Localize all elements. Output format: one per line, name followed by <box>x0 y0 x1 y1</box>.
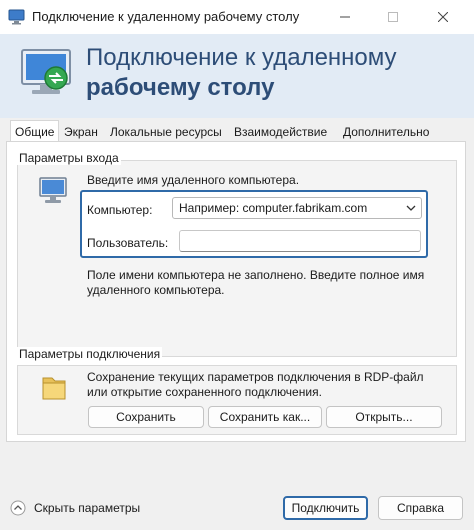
computer-icon <box>37 174 73 210</box>
login-group-title: Параметры входа <box>17 151 121 165</box>
chevron-up-icon[interactable] <box>10 500 26 516</box>
save-button[interactable]: Сохранить <box>88 406 204 428</box>
user-label: Пользователь: <box>87 236 169 250</box>
folder-icon <box>37 370 73 406</box>
tab-experience[interactable]: Взаимодействие <box>230 122 331 142</box>
maximize-icon <box>388 12 398 22</box>
computer-combobox-value: Например: computer.fabrikam.com <box>179 201 368 215</box>
save-as-button[interactable]: Сохранить как... <box>208 406 322 428</box>
empty-computer-warning: Поле имени компьютера не заполнено. Введ… <box>87 268 425 297</box>
tab-general[interactable]: Общие <box>10 120 60 143</box>
chevron-down-icon[interactable] <box>405 202 417 214</box>
tab-panel-general: Параметры входа Введите имя удаленного к… <box>6 141 466 442</box>
login-hint-text: Введите имя удаленного компьютера. <box>87 173 300 187</box>
user-field[interactable] <box>179 230 421 252</box>
header-banner: Подключение к удаленному рабочему столу <box>0 34 474 118</box>
connection-group-title: Параметры подключения <box>17 347 163 361</box>
header-title-line1: Подключение к удаленному <box>86 44 397 71</box>
window-title: Подключение к удаленному рабочему столу <box>32 9 300 24</box>
close-button[interactable] <box>420 0 466 34</box>
maximize-button[interactable] <box>370 0 416 34</box>
minimize-button[interactable] <box>322 0 368 34</box>
computer-label: Компьютер: <box>87 203 153 217</box>
minimize-icon <box>340 16 350 18</box>
computer-combobox[interactable]: Например: computer.fabrikam.com <box>172 197 422 219</box>
header-title-line2: рабочему столу <box>86 74 275 101</box>
hide-options-link[interactable]: Скрыть параметры <box>34 501 140 515</box>
remote-desktop-logo-icon <box>18 42 78 102</box>
title-bar: Подключение к удаленному рабочему столу <box>0 0 474 34</box>
tab-advanced[interactable]: Дополнительно <box>339 122 433 142</box>
tab-display[interactable]: Экран <box>60 122 102 142</box>
help-button[interactable]: Справка <box>378 496 463 520</box>
remote-desktop-icon <box>8 9 26 25</box>
close-icon <box>438 12 448 22</box>
tab-local-resources[interactable]: Локальные ресурсы <box>106 122 226 142</box>
tab-strip: Общие Экран Локальные ресурсы Взаимодейс… <box>0 118 474 143</box>
connect-button[interactable]: Подключить <box>283 496 368 520</box>
open-button[interactable]: Открыть... <box>326 406 442 428</box>
connection-description: Сохранение текущих параметров подключени… <box>87 370 424 399</box>
